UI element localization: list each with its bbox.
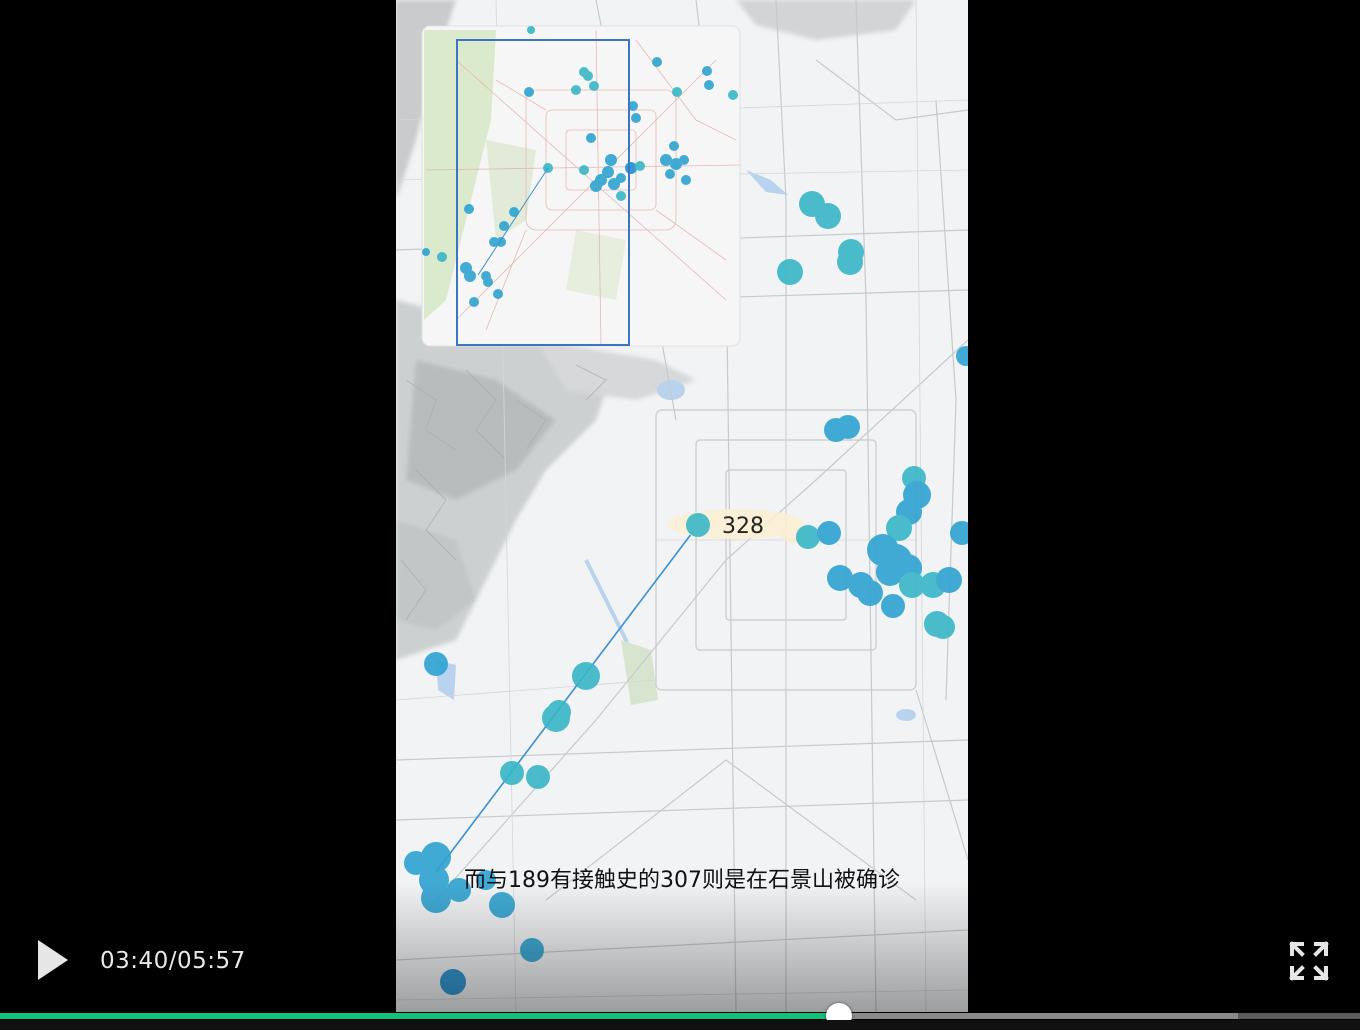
progress-bar[interactable]	[0, 1003, 1360, 1029]
play-icon	[38, 940, 68, 980]
progress-played	[0, 1013, 840, 1019]
map-point-label: 328	[722, 514, 764, 539]
case-point[interactable]	[836, 415, 860, 439]
case-point[interactable]	[777, 259, 803, 285]
case-point[interactable]	[881, 594, 905, 618]
bottom-strip	[0, 1020, 1360, 1030]
case-point[interactable]	[857, 580, 883, 606]
case-point[interactable]	[931, 615, 955, 639]
time-display: 03:40/05:57	[100, 948, 246, 974]
case-point[interactable]	[837, 249, 863, 275]
case-point[interactable]	[936, 567, 962, 593]
player-controls: 03:40/05:57	[0, 920, 1360, 1030]
play-button[interactable]	[30, 938, 74, 982]
case-point[interactable]	[526, 765, 550, 789]
case-point[interactable]	[817, 521, 841, 545]
case-point[interactable]	[424, 652, 448, 676]
inset-map	[421, 25, 741, 347]
case-point[interactable]	[686, 513, 710, 537]
fullscreen-icon	[1289, 941, 1329, 981]
case-point[interactable]	[500, 761, 524, 785]
video-frame[interactable]: 328 而与189有接触史的307则是在石景山被确诊	[396, 0, 968, 1012]
case-point[interactable]	[796, 525, 820, 549]
case-point[interactable]	[547, 700, 571, 724]
map-view: 328	[396, 0, 968, 1012]
fullscreen-button[interactable]	[1288, 940, 1330, 982]
case-point[interactable]	[815, 203, 841, 229]
case-point[interactable]	[572, 662, 600, 690]
